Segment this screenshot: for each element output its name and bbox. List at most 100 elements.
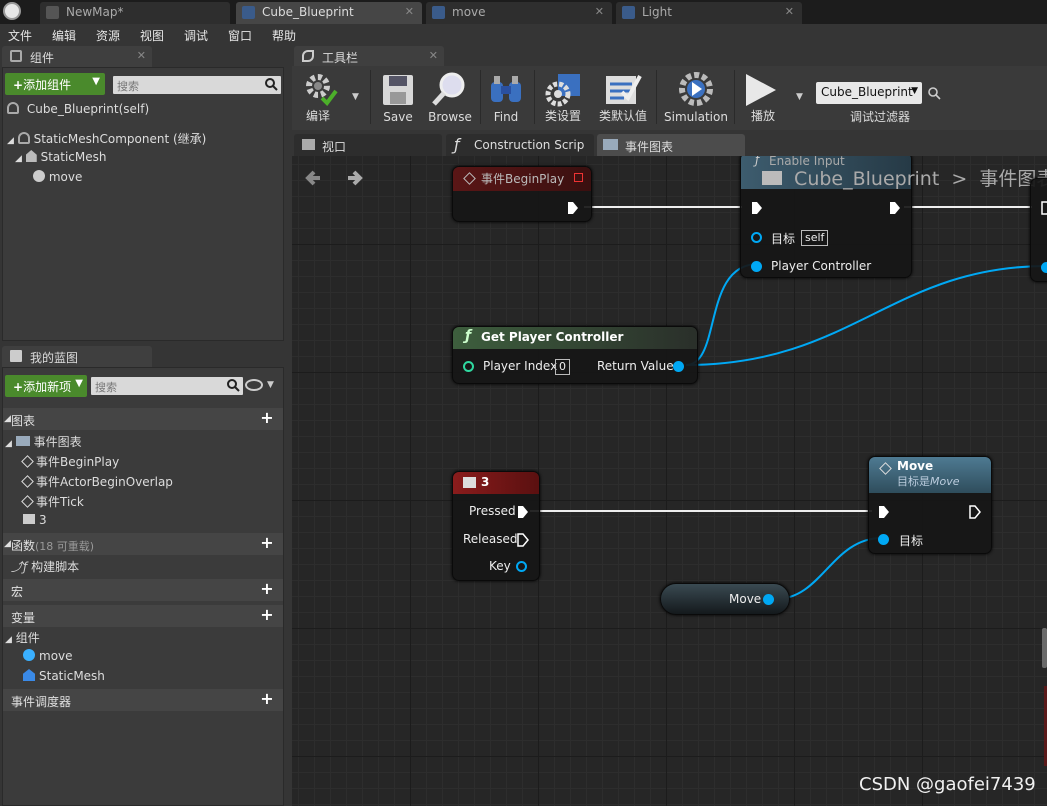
menu-debug[interactable]: 调试 [184, 27, 208, 44]
dropdown-arrow-icon[interactable]: ▼ [267, 380, 274, 390]
move-call-node[interactable]: Move 目标是Move 目标 [868, 456, 992, 554]
key-3-event-node[interactable]: 3 Pressed Released Key [452, 471, 540, 581]
close-icon[interactable]: ✕ [785, 5, 794, 18]
class-settings-button[interactable]: 类设置 [536, 68, 590, 126]
browse-button[interactable]: Browse [424, 68, 476, 126]
collapse-arrow-icon[interactable]: ◢ [7, 136, 14, 146]
exec-in-pin[interactable] [1041, 201, 1047, 215]
object-pin-icon[interactable] [1041, 262, 1047, 273]
viewport-icon [302, 139, 315, 150]
macros-section[interactable]: 宏 + [3, 579, 283, 601]
target-pin-icon[interactable] [878, 534, 889, 545]
simulation-button[interactable]: Simulation [662, 68, 730, 126]
tab-event-graph[interactable]: 事件图表 [597, 134, 745, 156]
collapse-arrow-icon[interactable]: ◢ [5, 439, 12, 449]
component-root[interactable]: Cube_Blueprint(self) [7, 102, 149, 116]
doc-tab-light[interactable]: Light ✕ [616, 2, 802, 24]
component-tree-item[interactable]: ◢ StaticMesh [15, 150, 106, 164]
add-dispatcher-plus-icon[interactable]: + [259, 691, 275, 707]
menu-asset[interactable]: 资源 [96, 27, 120, 44]
move-variable-node[interactable]: Move [660, 583, 790, 615]
graph-scrollbar[interactable] [1042, 628, 1047, 668]
collapse-arrow-icon[interactable]: ◢ [4, 414, 11, 424]
player-index-pin-icon[interactable] [463, 361, 474, 372]
event-item[interactable]: 3 [23, 513, 47, 527]
exec-out-pin[interactable] [969, 505, 981, 519]
exec-in-pin[interactable] [751, 201, 763, 215]
event-item[interactable]: 事件Tick [21, 493, 84, 510]
functions-section[interactable]: ◢ 函数(18 可重载) + [3, 533, 283, 555]
add-new-button[interactable]: +添加新项 ▼ [5, 375, 87, 397]
component-tree-item[interactable]: ◢ StaticMeshComponent (继承) [7, 130, 206, 147]
menu-view[interactable]: 视图 [140, 27, 164, 44]
collapse-arrow-icon[interactable]: ◢ [4, 539, 11, 549]
event-item[interactable]: 事件ActorBeginOverlap [21, 473, 173, 490]
offscreen-node[interactable] [1030, 178, 1047, 282]
event-item[interactable]: 事件BeginPlay [21, 453, 119, 470]
add-component-button[interactable]: +添加组件 ▼ [5, 73, 105, 95]
doc-tab-move[interactable]: move ✕ [426, 2, 612, 24]
menu-help[interactable]: 帮助 [272, 27, 296, 44]
eye-icon[interactable] [245, 379, 263, 391]
target-self-value[interactable]: self [801, 230, 829, 246]
exec-out-pin[interactable] [889, 201, 901, 215]
released-exec-pin[interactable] [517, 533, 529, 547]
unreal-logo-icon[interactable] [3, 2, 21, 20]
construction-script-item[interactable]: ⤴ƒ 构建脚本 [11, 558, 79, 575]
compile-button[interactable]: 编译 [292, 68, 350, 126]
add-function-plus-icon[interactable]: + [259, 535, 275, 551]
debug-search-icon[interactable] [928, 87, 941, 100]
close-icon[interactable]: ✕ [405, 5, 414, 18]
collapse-arrow-icon[interactable]: ◢ [5, 635, 12, 645]
close-icon[interactable]: ✕ [595, 5, 604, 18]
variable-item[interactable]: StaticMesh [23, 669, 105, 683]
event-graph-item[interactable]: ◢ 事件图表 [5, 433, 82, 450]
add-graph-plus-icon[interactable]: + [259, 410, 275, 426]
exec-out-pin[interactable] [567, 201, 579, 215]
toolbar-panel-tab[interactable]: 工具栏 ✕ [294, 46, 444, 67]
menu-window[interactable]: 窗口 [228, 27, 252, 44]
breadcrumb-blueprint[interactable]: Cube_Blueprint [794, 168, 939, 190]
event-dispatchers-section[interactable]: 事件调度器 + [3, 689, 283, 711]
variables-section[interactable]: 变量 + [3, 605, 283, 627]
add-variable-plus-icon[interactable]: + [259, 607, 275, 623]
components-search-input[interactable]: 搜索 [113, 76, 281, 94]
menu-file[interactable]: 文件 [8, 27, 32, 44]
target-pin-icon[interactable] [751, 232, 762, 243]
find-button[interactable]: Find [482, 68, 530, 126]
play-options-dropdown[interactable]: ▼ [796, 92, 803, 102]
tab-construction-script[interactable]: ƒ Construction Scrip [446, 134, 594, 156]
player-index-input[interactable]: 0 [555, 359, 570, 375]
class-defaults-button[interactable]: 类默认值 [594, 68, 652, 126]
components-panel-tab[interactable]: 组件 ✕ [2, 46, 152, 67]
tab-viewport[interactable]: 视口 [294, 134, 442, 156]
my-blueprint-panel-tab[interactable]: 我的蓝图 [2, 346, 152, 367]
save-button[interactable]: Save [374, 68, 422, 126]
delegate-pin-icon[interactable] [574, 173, 583, 182]
exec-in-pin[interactable] [878, 505, 890, 519]
my-blueprint-search-input[interactable]: 搜索 [91, 377, 243, 395]
menu-edit[interactable]: 编辑 [52, 27, 76, 44]
pressed-exec-pin[interactable] [517, 505, 529, 519]
return-value-pin-icon[interactable] [673, 361, 684, 372]
variable-item[interactable]: move [23, 649, 73, 663]
component-tree-item[interactable]: move [33, 170, 82, 184]
close-icon[interactable]: ✕ [429, 49, 438, 62]
debug-target-select[interactable]: Cube_Blueprint ▼ [816, 82, 922, 104]
close-icon[interactable]: ✕ [137, 49, 146, 62]
components-category[interactable]: ◢ 组件 [5, 629, 40, 646]
key-pin-icon[interactable] [516, 561, 527, 572]
add-macro-plus-icon[interactable]: + [259, 581, 275, 597]
get-player-controller-node[interactable]: ƒ Get Player Controller Player Index 0 R… [452, 326, 698, 384]
play-button[interactable]: 播放 [736, 68, 790, 126]
collapse-arrow-icon[interactable]: ◢ [15, 154, 22, 164]
doc-tab-cube-blueprint[interactable]: Cube_Blueprint ✕ [236, 2, 422, 24]
move-output-pin-icon[interactable] [763, 594, 774, 605]
compile-options-dropdown[interactable]: ▼ [352, 92, 359, 102]
event-graph-canvas[interactable]: 事件BeginPlay ƒ Enable Input 目标 self Playe… [292, 156, 1047, 806]
player-controller-pin-icon[interactable] [751, 261, 762, 272]
doc-tab-newmap[interactable]: NewMap* [40, 2, 230, 24]
begin-play-node[interactable]: 事件BeginPlay [452, 166, 592, 222]
graphs-section[interactable]: ◢ 图表 + [3, 408, 283, 430]
compile-gear-icon [306, 74, 338, 106]
